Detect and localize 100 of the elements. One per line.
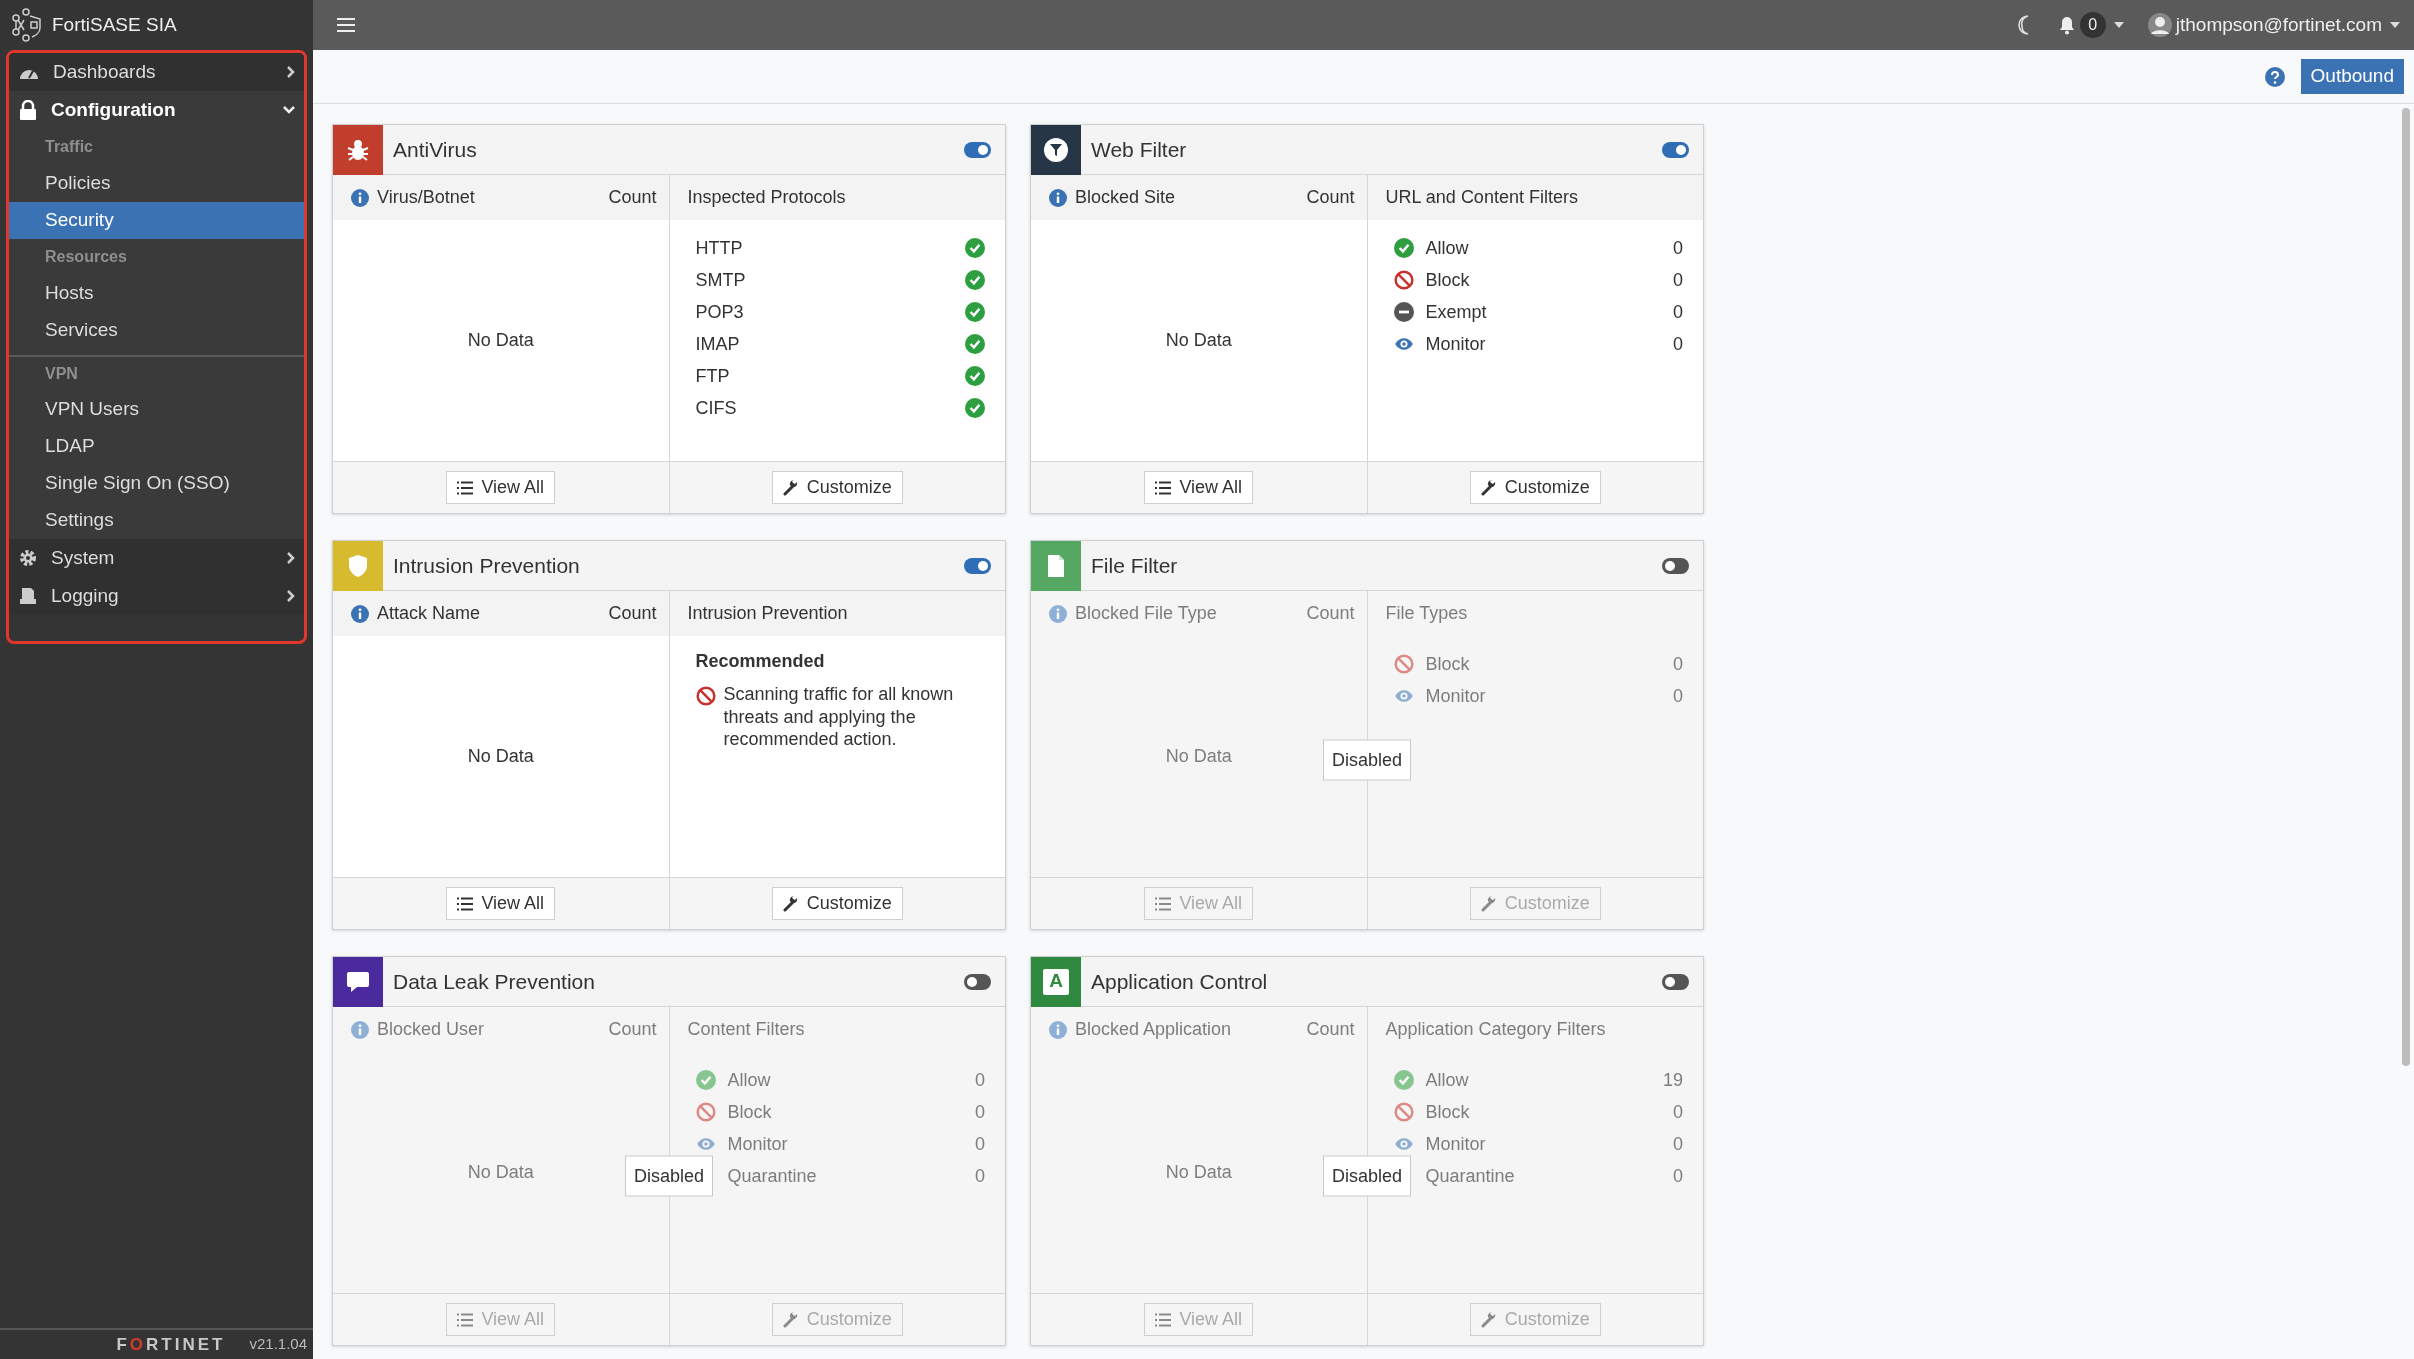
avatar-icon[interactable] bbox=[2147, 13, 2172, 37]
app-title: FortiSASE SIA bbox=[52, 12, 177, 37]
list-icon bbox=[1155, 1312, 1172, 1327]
column-header: Count bbox=[608, 1018, 657, 1041]
filter-label: Block bbox=[1425, 1100, 1471, 1124]
caret-icon[interactable] bbox=[2390, 22, 2400, 28]
scrollbar[interactable] bbox=[2402, 108, 2410, 1066]
view-all-button[interactable]: View All bbox=[446, 471, 556, 504]
filter-label: Quarantine bbox=[727, 1164, 818, 1188]
version-label: v21.1.04 bbox=[249, 1334, 307, 1355]
column-header: Inspected Protocols bbox=[687, 186, 846, 209]
user-email[interactable]: jthompson@fortinet.com bbox=[2175, 10, 2382, 40]
filter-label: Monitor bbox=[1425, 1132, 1487, 1156]
info-icon bbox=[1049, 188, 1067, 207]
shield-icon bbox=[347, 553, 369, 578]
sidebar-item[interactable]: LDAP bbox=[9, 428, 304, 465]
chevron-right-icon bbox=[286, 551, 296, 565]
filter-label: Allow bbox=[727, 1068, 772, 1092]
toggle-switch[interactable] bbox=[1662, 973, 1689, 990]
sidebar-item[interactable]: Policies bbox=[9, 165, 304, 202]
caret-icon[interactable] bbox=[2113, 22, 2124, 28]
info-icon bbox=[1049, 604, 1067, 623]
sidebar-item[interactable]: Hosts bbox=[9, 275, 304, 312]
info-icon bbox=[351, 604, 369, 623]
column-header: Application Category Filters bbox=[1385, 1018, 1606, 1041]
logo-icon bbox=[10, 8, 44, 42]
column-header: Virus/Botnet bbox=[377, 186, 476, 209]
card-title: Application Control bbox=[1091, 968, 1269, 995]
sidebar-item[interactable]: Single Sign On (SSO) bbox=[9, 465, 304, 502]
lock-icon bbox=[19, 100, 37, 120]
chevron-right-icon bbox=[286, 65, 296, 79]
customize-button[interactable]: Customize bbox=[771, 887, 903, 920]
sidebar-item[interactable]: VPN Users bbox=[9, 391, 304, 428]
filter-count: 0 bbox=[1673, 1164, 1683, 1188]
section-header: VPN bbox=[9, 355, 304, 391]
disabled-tooltip: Disabled bbox=[1323, 739, 1411, 781]
sidebar-item[interactable]: Settings bbox=[9, 502, 304, 539]
empty-message: No Data bbox=[467, 329, 534, 352]
filter-label: Exempt bbox=[1425, 300, 1488, 324]
filter-label: Allow bbox=[1425, 236, 1470, 260]
toggle-switch[interactable] bbox=[964, 557, 991, 574]
description-text: Scanning traffic for all known threats and applying the recommended action. bbox=[723, 683, 955, 751]
list-icon bbox=[457, 480, 474, 495]
sidebar-menu-item[interactable]: Logging bbox=[9, 577, 304, 615]
column-header: Count bbox=[1306, 1018, 1355, 1041]
outbound-button[interactable]: Outbound bbox=[2300, 59, 2404, 94]
filter-count: 19 bbox=[1662, 1068, 1683, 1092]
filter-label: Block bbox=[1425, 268, 1471, 292]
filter-label: Quarantine bbox=[1425, 1164, 1516, 1188]
sidebar-menu-item[interactable]: Dashboards bbox=[9, 53, 304, 91]
column-header: Attack Name bbox=[377, 602, 482, 625]
sidebar-item[interactable]: Services bbox=[9, 312, 304, 349]
column-header: File Types bbox=[1385, 602, 1468, 625]
card-title: Data Leak Prevention bbox=[393, 968, 596, 995]
filter-count: 0 bbox=[1673, 1100, 1683, 1124]
sidebar-item[interactable]: Security bbox=[9, 202, 304, 239]
column-header: Count bbox=[1306, 602, 1355, 625]
protocol-label: CIFS bbox=[695, 396, 737, 420]
column-header: Blocked Application bbox=[1075, 1018, 1233, 1041]
file-icon bbox=[1046, 553, 1066, 578]
column-header: Intrusion Prevention bbox=[687, 602, 848, 625]
disabled-tooltip: Disabled bbox=[1323, 1155, 1411, 1197]
empty-message: No Data bbox=[467, 1161, 534, 1184]
list-icon bbox=[457, 896, 474, 911]
wrench-icon bbox=[1480, 895, 1497, 912]
sidebar-menu-item[interactable]: System bbox=[9, 539, 304, 577]
info-icon bbox=[351, 188, 369, 207]
toggle-switch[interactable] bbox=[964, 973, 991, 990]
bell-icon[interactable] bbox=[2057, 15, 2076, 35]
filter-count: 0 bbox=[1673, 1132, 1683, 1156]
filter-count: 0 bbox=[1673, 300, 1683, 324]
section-heading: Recommended bbox=[695, 650, 826, 673]
filter-count: 0 bbox=[975, 1068, 985, 1092]
card-title: File Filter bbox=[1091, 552, 1179, 579]
filter-count: 0 bbox=[1673, 332, 1683, 356]
toggle-switch[interactable] bbox=[964, 141, 991, 158]
help-icon[interactable] bbox=[2264, 66, 2285, 87]
list-icon bbox=[1155, 480, 1172, 495]
filter-label: Monitor bbox=[1425, 684, 1487, 708]
protocol-label: IMAP bbox=[695, 332, 740, 356]
empty-message: No Data bbox=[467, 745, 534, 768]
view-all-button[interactable]: View All bbox=[1144, 471, 1254, 504]
customize-button[interactable]: Customize bbox=[771, 471, 903, 504]
customize-button[interactable]: Customize bbox=[1469, 471, 1601, 504]
notification-count[interactable]: 0 bbox=[2079, 12, 2106, 38]
filter-label: Monitor bbox=[727, 1132, 789, 1156]
menu-icon[interactable] bbox=[337, 18, 355, 32]
filter-count: 0 bbox=[1673, 268, 1683, 292]
list-icon bbox=[457, 1312, 474, 1327]
column-header: Count bbox=[608, 602, 657, 625]
chevron-right-icon bbox=[286, 589, 296, 603]
chevron-down-icon bbox=[282, 105, 296, 115]
view-all-button[interactable]: View All bbox=[446, 887, 556, 920]
card-title: Intrusion Prevention bbox=[393, 552, 581, 579]
toggle-switch[interactable] bbox=[1662, 141, 1689, 158]
protocol-label: HTTP bbox=[695, 236, 743, 260]
sidebar-menu-item[interactable]: Configuration bbox=[9, 91, 304, 129]
filter-count: 0 bbox=[975, 1132, 985, 1156]
disabled-tooltip: Disabled bbox=[625, 1155, 713, 1197]
toggle-switch[interactable] bbox=[1662, 557, 1689, 574]
